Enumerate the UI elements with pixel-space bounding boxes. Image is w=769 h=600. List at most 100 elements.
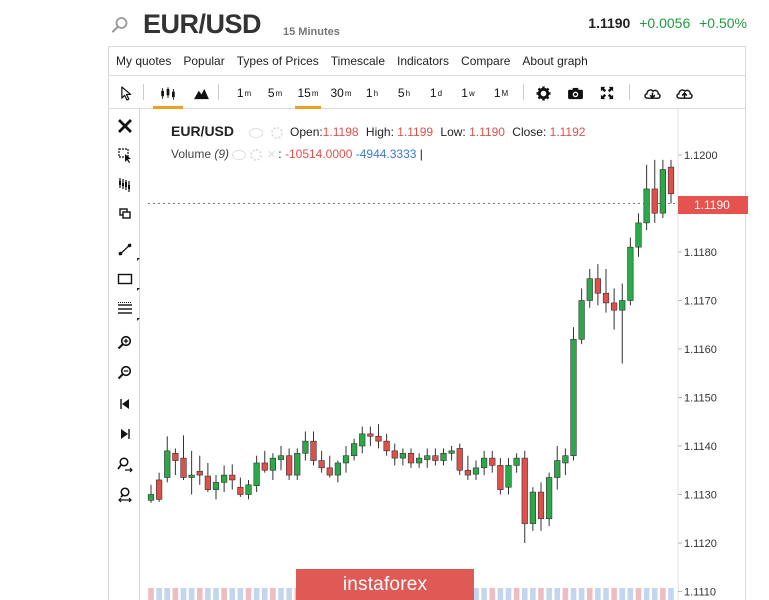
candle-body xyxy=(643,188,650,224)
chart-area[interactable]: 1.1200 1.1180 1.1170 1.1160 1.1150 1.1140 1.11… xyxy=(140,109,748,600)
camera-icon[interactable] xyxy=(565,82,585,104)
y-axis-tick-label: 1.1200 xyxy=(684,150,718,162)
candle-body xyxy=(570,339,577,457)
candle-body xyxy=(188,474,195,478)
candle-body xyxy=(277,455,285,460)
interval-5m-button[interactable]: 5m xyxy=(265,82,285,104)
volume-bar xyxy=(286,588,292,600)
volume-bar xyxy=(546,588,552,600)
close-icon[interactable]: ✕ xyxy=(267,149,276,161)
cursor-select-icon[interactable] xyxy=(115,145,135,165)
volume-bar xyxy=(278,588,284,600)
horizontal-lines-icon[interactable] xyxy=(115,299,140,321)
candle-body xyxy=(156,479,163,500)
gear-icon[interactable] xyxy=(270,126,283,139)
volume-bar xyxy=(213,588,219,600)
interval-unit: m xyxy=(344,88,352,98)
interval-30m-button[interactable]: 30 m xyxy=(328,82,354,104)
candlestick-icon[interactable] xyxy=(153,82,183,109)
candle-body xyxy=(602,292,610,304)
y-axis-tick-label: 1.1170 xyxy=(684,296,717,308)
candlestick-chart[interactable]: 1.1200 1.1180 1.1170 1.1160 1.1150 1.1140 1.11… xyxy=(140,109,746,600)
menu-compare[interactable]: Compare xyxy=(455,54,516,68)
volume-bar xyxy=(172,588,179,600)
candle-body xyxy=(505,465,512,488)
open-label: Open: xyxy=(290,125,323,139)
volume-bar xyxy=(205,588,211,600)
y-axis-tick-label: 1.1160 xyxy=(684,344,717,356)
volume-bar xyxy=(196,588,203,600)
interval-unit: h xyxy=(405,88,411,98)
rectangle-tool-icon[interactable] xyxy=(115,269,140,291)
mountain-icon[interactable] xyxy=(191,82,211,104)
volume-bar xyxy=(180,588,187,600)
candle-body xyxy=(627,246,634,301)
candle-body xyxy=(416,457,423,464)
high-label: High: xyxy=(365,125,394,139)
close-icon[interactable] xyxy=(115,116,135,136)
menu-indicators[interactable]: Indicators xyxy=(391,54,455,68)
volume-bar xyxy=(481,588,487,600)
candle-body xyxy=(383,440,390,452)
y-axis-tick-label: 1.1110 xyxy=(684,587,716,599)
eye-icon[interactable] xyxy=(232,149,247,160)
menu-my-quotes[interactable]: My quotes xyxy=(109,54,177,68)
candle-body xyxy=(424,455,431,460)
volume-bar xyxy=(611,588,617,600)
eye-icon[interactable] xyxy=(249,127,264,138)
scroll-right-icon[interactable] xyxy=(115,424,135,444)
price-change-percent: +0.50% xyxy=(699,15,747,31)
volume-bar xyxy=(497,588,504,600)
interval-1w-button[interactable]: 1w xyxy=(459,82,477,104)
menu-about-graph[interactable]: About graph xyxy=(516,54,593,68)
candle-body xyxy=(513,457,520,466)
interval-15m-button[interactable]: 15 m xyxy=(295,82,321,109)
interval-value: 1 xyxy=(429,86,437,100)
toolbar-separator xyxy=(523,84,524,100)
candle-body xyxy=(586,278,593,301)
candle-body xyxy=(635,222,642,248)
candle-body xyxy=(432,455,439,461)
interval-5h-button[interactable]: 5h xyxy=(395,82,413,104)
gear-icon[interactable] xyxy=(249,148,262,161)
interval-1M-button[interactable]: 1M xyxy=(491,82,511,104)
candle-body xyxy=(221,474,228,483)
magnet-icon[interactable] xyxy=(115,175,135,195)
candle-body xyxy=(302,440,309,454)
zoom-out-icon[interactable] xyxy=(115,363,135,383)
zoom-reset-icon[interactable] xyxy=(115,485,135,505)
scroll-left-icon[interactable] xyxy=(115,394,135,414)
candle-body xyxy=(611,302,618,311)
fullscreen-icon[interactable] xyxy=(597,82,617,104)
menu-types-of-prices[interactable]: Types of Prices xyxy=(231,54,325,68)
interval-1m-button[interactable]: 1m xyxy=(234,82,254,104)
volume-bar xyxy=(237,588,244,600)
zoom-time-icon[interactable] xyxy=(115,455,135,475)
menu-popular[interactable]: Popular xyxy=(177,54,230,68)
candle-body xyxy=(619,300,626,311)
volume-bar xyxy=(261,588,268,600)
download-icon[interactable] xyxy=(641,82,663,104)
upload-icon[interactable] xyxy=(673,82,695,104)
y-axis-tick-label: 1.1140 xyxy=(684,441,717,453)
interval-value: 1 xyxy=(461,86,468,100)
settings-icon[interactable] xyxy=(533,82,553,104)
candle-body xyxy=(497,465,504,490)
candle-body xyxy=(318,460,325,469)
quote-summary: 1.1190 +0.0056 +0.50% xyxy=(588,15,747,31)
interval-1h-button[interactable]: 1h xyxy=(363,82,381,104)
copy-icon[interactable] xyxy=(115,204,135,224)
interval-1d-button[interactable]: 1d xyxy=(427,82,445,104)
candle-body xyxy=(529,491,536,524)
y-axis-tick-label: 1.1130 xyxy=(684,490,717,502)
line-tool-icon[interactable] xyxy=(115,239,140,261)
search-icon[interactable] xyxy=(111,16,129,34)
cursor-icon[interactable] xyxy=(117,82,135,104)
candle-body xyxy=(546,477,553,520)
volume-bar xyxy=(554,588,561,600)
volume-bar xyxy=(473,588,479,600)
volume-bar xyxy=(521,588,528,600)
menu-timescale[interactable]: Timescale xyxy=(325,54,391,68)
zoom-in-icon[interactable] xyxy=(115,333,135,353)
interval-unit: h xyxy=(373,88,379,98)
